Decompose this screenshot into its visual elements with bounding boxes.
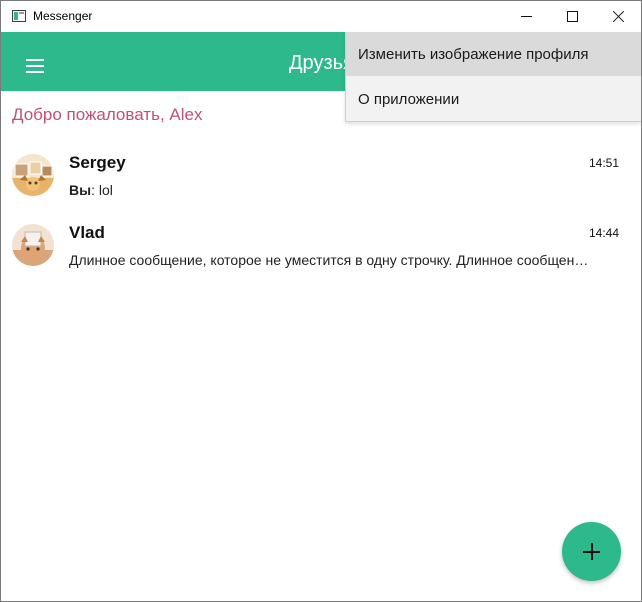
chat-preview: Вы: lol bbox=[69, 182, 113, 198]
title-bar: Messenger bbox=[1, 1, 641, 32]
close-button[interactable] bbox=[595, 1, 641, 32]
maximize-button[interactable] bbox=[549, 1, 595, 32]
menu-item-about[interactable]: О приложении bbox=[346, 77, 641, 121]
welcome-message: Добро пожаловать, Alex bbox=[12, 105, 203, 124]
maximize-icon bbox=[566, 11, 578, 22]
chat-name: Vlad bbox=[69, 223, 105, 242]
avatar bbox=[12, 154, 54, 196]
chat-name: Sergey bbox=[69, 153, 126, 172]
menu-item-change-profile-image[interactable]: Изменить изображение профиля bbox=[346, 32, 641, 76]
sender-prefix: Вы bbox=[69, 182, 92, 198]
chat-preview: Длинное сообщение, которое не уместится … bbox=[69, 252, 589, 268]
add-chat-button[interactable] bbox=[562, 522, 621, 581]
avatar bbox=[12, 224, 54, 266]
app-window-icon bbox=[12, 10, 26, 22]
minimize-icon bbox=[520, 16, 532, 17]
minimize-button[interactable] bbox=[503, 1, 549, 32]
window-title: Messenger bbox=[33, 9, 93, 23]
close-icon bbox=[612, 10, 625, 23]
options-menu: Изменить изображение профиля О приложени… bbox=[345, 32, 641, 122]
messenger-window: Messenger Друзья Добро пожаловать, Alex bbox=[0, 0, 642, 602]
chat-item-sergey[interactable]: Sergey 14:51 Вы: lol bbox=[1, 149, 641, 217]
chat-item-vlad[interactable]: Vlad 14:44 Длинное сообщение, которое не… bbox=[1, 219, 641, 287]
chat-message: lol bbox=[98, 182, 113, 198]
chat-time: 14:51 bbox=[588, 156, 619, 170]
chat-time: 14:44 bbox=[588, 226, 619, 240]
hamburger-icon[interactable] bbox=[26, 58, 44, 74]
